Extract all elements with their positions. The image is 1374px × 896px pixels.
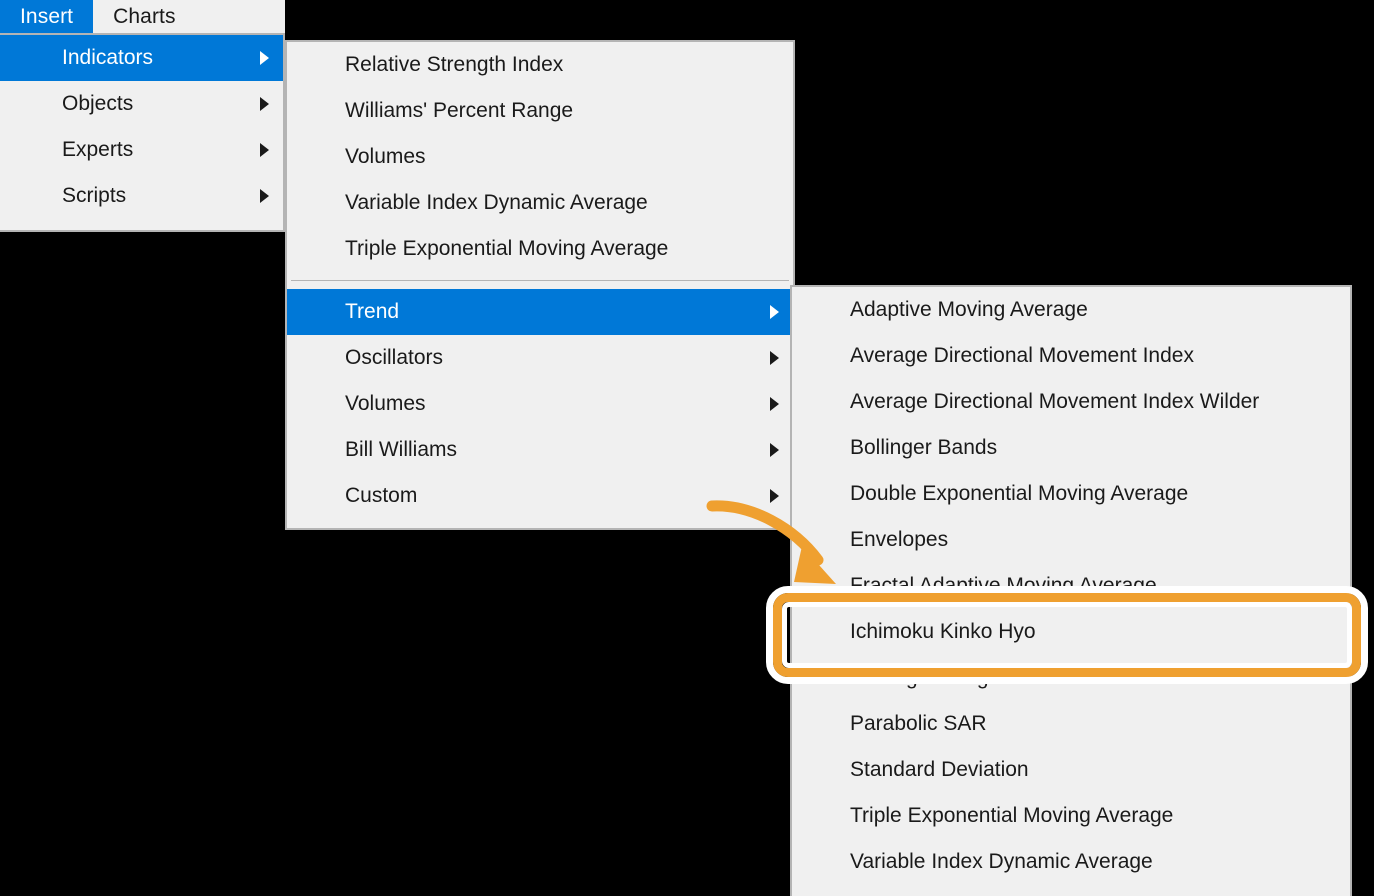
menubar-item-charts[interactable]: Charts [93,0,195,33]
menu-item-oscillators[interactable]: Oscillators [287,335,793,381]
menubar-item-insert[interactable]: Insert [0,0,94,33]
menu-item-volumes-group[interactable]: Volumes [287,381,793,427]
menu-item-objects[interactable]: Objects [0,81,283,127]
indicators-submenu: Relative Strength Index Williams' Percen… [285,40,795,530]
menubar-item-charts-label: Charts [113,4,176,28]
menu-item-trend[interactable]: Trend [287,289,793,335]
menu-item-adaptive-moving-average[interactable]: Adaptive Moving Average [792,287,1350,333]
menu-item-label: Relative Strength Index [345,53,564,76]
submenu-chevron-right-icon [770,305,779,319]
submenu-chevron-right-icon [260,51,269,65]
menu-item-objects-label: Objects [62,92,134,115]
menu-item-label: Parabolic SAR [850,712,987,735]
menu-item-double-exponential-moving-average[interactable]: Double Exponential Moving Average [792,471,1350,517]
menubar-item-insert-label: Insert [20,4,74,28]
menu-item-average-directional-movement-index[interactable]: Average Directional Movement Index [792,333,1350,379]
menu-item-envelopes[interactable]: Envelopes [792,517,1350,563]
menu-item-label: Variable Index Dynamic Average [850,850,1153,873]
menu-item-label: Triple Exponential Moving Average [345,237,669,260]
submenu-chevron-right-icon [770,397,779,411]
submenu-chevron-right-icon [770,489,779,503]
submenu-chevron-right-icon [260,189,269,203]
menu-item-williams-percent-range[interactable]: Williams' Percent Range [287,88,793,134]
menu-item-parabolic-sar[interactable]: Parabolic SAR [792,701,1350,747]
menu-item-variable-index-dynamic-average-trend[interactable]: Variable Index Dynamic Average [792,839,1350,885]
menu-item-label: Adaptive Moving Average [850,298,1088,321]
menu-item-label: Fractal Adaptive Moving Average [850,574,1157,597]
menu-item-scripts[interactable]: Scripts [0,173,283,219]
menu-bar: Insert Charts [0,0,285,33]
menu-item-ichimoku-kinko-hyo[interactable]: Ichimoku Kinko Hyo [792,609,1350,655]
menu-item-label: Average Directional Movement Index [850,344,1194,367]
menu-item-indicators-label: Indicators [62,46,154,69]
menu-item-ichimoku-kinko-hyo-label: Ichimoku Kinko Hyo [850,620,1036,643]
menu-item-label: Moving Average [850,666,1001,689]
submenu-chevron-right-icon [770,443,779,457]
menu-item-label: Variable Index Dynamic Average [345,191,648,214]
menu-item-label: Volumes [345,145,426,168]
menu-item-fractal-adaptive-moving-average[interactable]: Fractal Adaptive Moving Average [792,563,1350,609]
menu-separator [291,280,789,281]
menu-item-relative-strength-index[interactable]: Relative Strength Index [287,42,793,88]
menu-item-experts-label: Experts [62,138,134,161]
menu-item-bill-williams[interactable]: Bill Williams [287,427,793,473]
menu-item-label: Standard Deviation [850,758,1029,781]
menu-item-label: Oscillators [345,346,444,369]
submenu-chevron-right-icon [260,97,269,111]
menu-item-label: Double Exponential Moving Average [850,482,1189,505]
submenu-chevron-right-icon [770,351,779,365]
menu-item-average-directional-movement-index-wilder[interactable]: Average Directional Movement Index Wilde… [792,379,1350,425]
menu-item-label: Bill Williams [345,438,457,461]
menu-item-volumes[interactable]: Volumes [287,134,793,180]
menu-item-label: Triple Exponential Moving Average [850,804,1174,827]
menu-item-moving-average[interactable]: Moving Average [792,655,1350,701]
menu-item-label: Envelopes [850,528,949,551]
menu-item-experts[interactable]: Experts [0,127,283,173]
menu-item-label: Volumes [345,392,426,415]
menu-item-scripts-label: Scripts [62,184,127,207]
menu-item-label: Average Directional Movement Index Wilde… [850,390,1260,413]
menu-item-triple-exponential-moving-average[interactable]: Triple Exponential Moving Average [287,226,793,272]
insert-dropdown-menu: Indicators Objects Experts Scripts [0,33,285,232]
menu-item-trend-label: Trend [345,300,400,323]
submenu-chevron-right-icon [260,143,269,157]
menu-item-label: Bollinger Bands [850,436,998,459]
trend-submenu: Adaptive Moving Average Average Directio… [790,285,1352,896]
menu-item-label: Williams' Percent Range [345,99,574,122]
menu-item-standard-deviation[interactable]: Standard Deviation [792,747,1350,793]
menu-item-variable-index-dynamic-average[interactable]: Variable Index Dynamic Average [287,180,793,226]
menu-item-bollinger-bands[interactable]: Bollinger Bands [792,425,1350,471]
menu-item-label: Custom [345,484,418,507]
menu-item-custom[interactable]: Custom [287,473,793,519]
menu-item-indicators[interactable]: Indicators [0,35,283,81]
menu-item-triple-exponential-moving-average-trend[interactable]: Triple Exponential Moving Average [792,793,1350,839]
